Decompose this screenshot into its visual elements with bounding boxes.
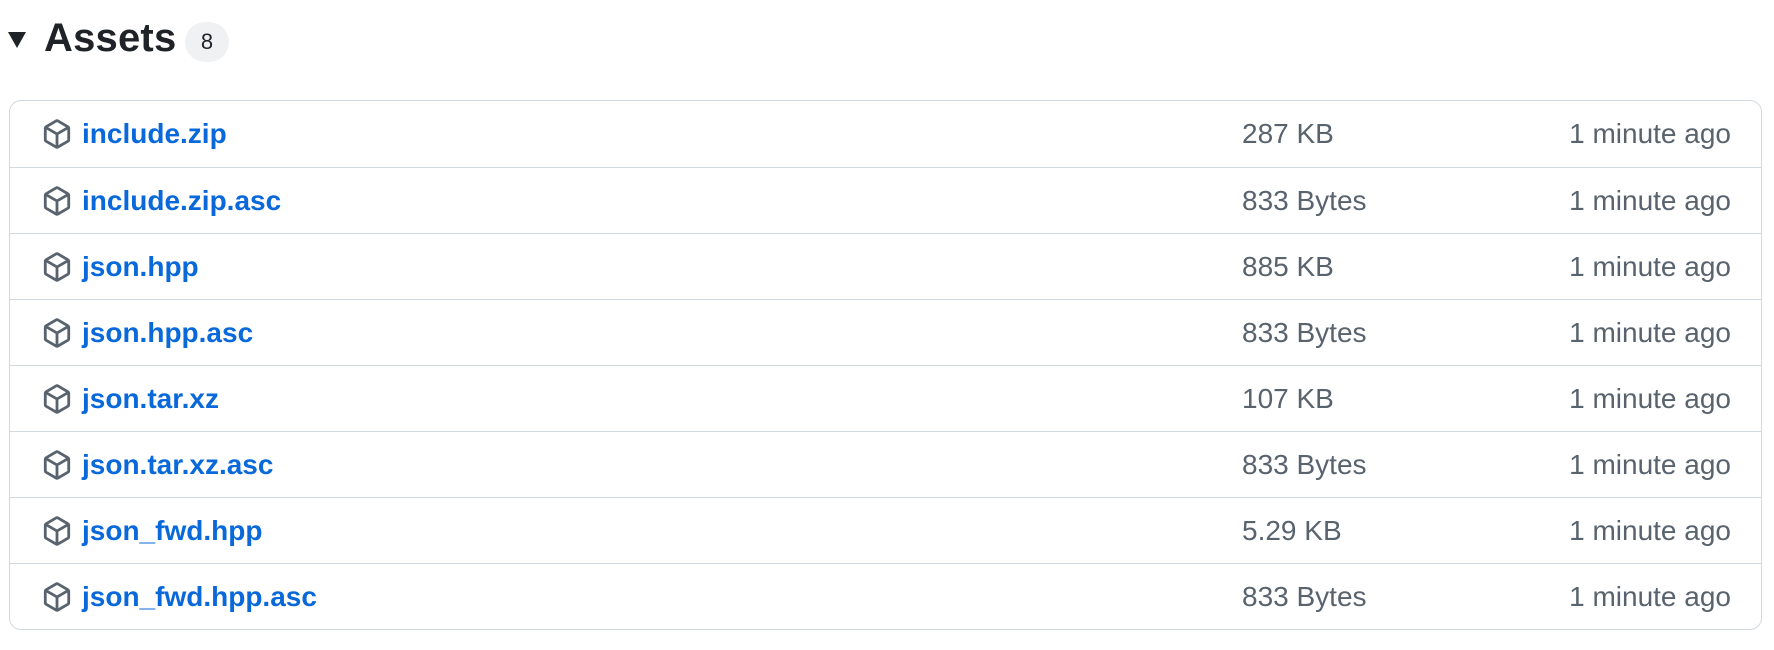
asset-row: json_fwd.hpp.asc 833 Bytes 1 minute ago <box>10 563 1761 629</box>
package-icon <box>43 450 71 480</box>
asset-size: 833 Bytes <box>1242 185 1367 216</box>
triangle-down-icon[interactable] <box>8 32 26 48</box>
asset-size: 833 Bytes <box>1242 449 1367 480</box>
asset-row: include.zip 287 KB 1 minute ago <box>10 101 1761 167</box>
asset-link[interactable]: include.zip.asc <box>82 168 281 234</box>
asset-time: 1 minute ago <box>1569 317 1731 348</box>
asset-time: 1 minute ago <box>1569 383 1731 414</box>
asset-time: 1 minute ago <box>1569 449 1731 480</box>
package-icon <box>43 384 71 414</box>
asset-row: json.tar.xz 107 KB 1 minute ago <box>10 365 1761 431</box>
package-icon <box>43 252 71 282</box>
assets-title[interactable]: Assets <box>44 14 176 62</box>
asset-link[interactable]: include.zip <box>82 101 227 167</box>
asset-time: 1 minute ago <box>1569 118 1731 149</box>
asset-link[interactable]: json.hpp <box>82 234 199 300</box>
asset-time: 1 minute ago <box>1569 581 1731 612</box>
asset-row: json.hpp.asc 833 Bytes 1 minute ago <box>10 299 1761 365</box>
asset-row: include.zip.asc 833 Bytes 1 minute ago <box>10 167 1761 233</box>
package-icon <box>43 186 71 216</box>
asset-time: 1 minute ago <box>1569 515 1731 546</box>
package-icon <box>43 119 71 149</box>
asset-size: 107 KB <box>1242 383 1334 414</box>
package-icon <box>43 318 71 348</box>
asset-link[interactable]: json.tar.xz.asc <box>82 432 273 498</box>
asset-size: 885 KB <box>1242 251 1334 282</box>
asset-time: 1 minute ago <box>1569 185 1731 216</box>
asset-size: 833 Bytes <box>1242 317 1367 348</box>
asset-size: 833 Bytes <box>1242 581 1367 612</box>
asset-time: 1 minute ago <box>1569 251 1731 282</box>
package-icon <box>43 516 71 546</box>
assets-list: include.zip 287 KB 1 minute ago include.… <box>9 100 1762 630</box>
asset-link[interactable]: json.hpp.asc <box>82 300 253 366</box>
asset-size: 287 KB <box>1242 118 1334 149</box>
asset-size: 5.29 KB <box>1242 515 1342 546</box>
asset-row: json.hpp 885 KB 1 minute ago <box>10 233 1761 299</box>
asset-link[interactable]: json.tar.xz <box>82 366 219 432</box>
asset-row: json_fwd.hpp 5.29 KB 1 minute ago <box>10 497 1761 563</box>
assets-count-badge: 8 <box>185 22 229 62</box>
asset-link[interactable]: json_fwd.hpp.asc <box>82 564 317 629</box>
asset-row: json.tar.xz.asc 833 Bytes 1 minute ago <box>10 431 1761 497</box>
asset-link[interactable]: json_fwd.hpp <box>82 498 262 564</box>
package-icon <box>43 582 71 612</box>
